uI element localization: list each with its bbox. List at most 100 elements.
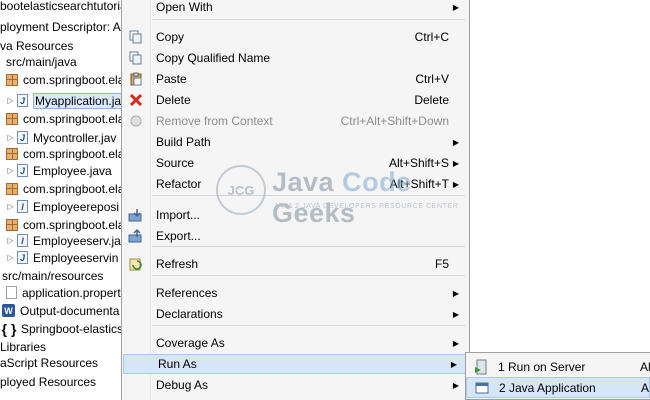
menu-item-shortcut: Alt+Shift+S <box>388 156 449 170</box>
tree-item[interactable]: ployment Descriptor: Ar <box>0 16 122 37</box>
tree-item[interactable]: aScript Resources <box>0 352 98 373</box>
menu-item-run-as[interactable]: Run As ▶ <box>123 354 468 374</box>
tree-item-label: ployment Descriptor: Ar <box>0 19 122 34</box>
tree-item[interactable]: ployed Resources <box>0 371 96 392</box>
refresh-icon <box>128 256 144 272</box>
menu-item-label: Refresh <box>156 257 199 271</box>
menu-item-source[interactable]: Source Alt+Shift+S ▶ <box>122 153 469 173</box>
menu-item-label: Build Path <box>156 135 211 149</box>
package-icon <box>6 218 18 231</box>
tree-item-label: application.propert <box>22 285 121 300</box>
tree-item[interactable]: bootelasticsearchtutoria <box>0 0 122 16</box>
menu-separator <box>152 325 465 326</box>
expand-arrow-icon[interactable]: ▷ <box>6 253 15 262</box>
submenu-arrow-icon: ▶ <box>452 338 459 348</box>
expand-arrow-icon[interactable]: ▷ <box>6 96 15 105</box>
menu-item-shortcut: F5 <box>434 257 449 271</box>
menu-item-refactor[interactable]: Refactor Alt+Shift+T ▶ <box>122 174 469 194</box>
menu-item-import[interactable]: Import... <box>122 205 469 225</box>
package-icon <box>6 182 18 195</box>
tree-item-label: Myapplication.ja <box>33 92 122 109</box>
menu-item-references[interactable]: References ▶ <box>122 283 469 303</box>
menu-item-open-with[interactable]: Open With ▶ <box>122 0 469 17</box>
copy-icon <box>128 29 144 45</box>
submenu-item-1-run-on-server[interactable]: 1 Run on Server Al <box>466 356 650 377</box>
context-menu: Open With ▶ Copy Ctrl+C Copy Qualified Name P… <box>121 0 470 400</box>
delete-icon <box>128 92 144 108</box>
menu-item-label: Refactor <box>156 177 202 191</box>
tree-item-label: Employeeserv.ja <box>33 233 121 248</box>
menu-item-copy[interactable]: Copy Ctrl+C <box>122 27 469 47</box>
menu-item-refresh[interactable]: Refresh F5 <box>122 254 469 274</box>
menu-item-declarations[interactable]: Declarations ▶ <box>122 304 469 324</box>
submenu-arrow-icon: ▶ <box>452 158 459 168</box>
submenu-arrow-icon: ▶ <box>450 359 457 369</box>
menu-item-label: Source <box>156 156 195 170</box>
word-doc-icon: W <box>2 304 15 317</box>
tree-item-label: Employee.java <box>33 163 112 178</box>
menu-item-copy-qualified-name[interactable]: Copy Qualified Name <box>122 48 469 68</box>
java-file-icon: J <box>17 164 28 177</box>
menu-separator <box>152 275 465 276</box>
java-interface-icon: I <box>17 234 28 247</box>
expand-arrow-icon[interactable]: ▷ <box>6 133 15 142</box>
tree-item-label: bootelasticsearchtutoria <box>0 0 122 13</box>
menu-item-shortcut: Ctrl+C <box>414 30 449 44</box>
package-icon <box>6 112 18 125</box>
submenu-arrow-icon: ▶ <box>452 137 459 147</box>
submenu-arrow-icon: ▶ <box>452 179 459 189</box>
menu-item-build-path[interactable]: Build Path ▶ <box>122 132 469 152</box>
java-application-icon <box>474 380 490 396</box>
submenu-item-2-java-application[interactable]: 2 Java Application A <box>466 377 650 398</box>
tree-item-label: com.springboot.ela <box>23 181 122 196</box>
java-interface-icon: I <box>17 200 28 213</box>
menu-item-coverage-as[interactable]: Coverage As ▶ <box>122 333 469 353</box>
import-icon <box>128 207 144 223</box>
menu-item-export[interactable]: Export... <box>122 226 469 246</box>
tree-item-label: Employeereposi <box>33 199 120 214</box>
json-icon: { } <box>1 320 17 337</box>
submenu-item-shortcut: A <box>641 380 650 395</box>
menu-item-label: References <box>156 286 218 300</box>
menu-item-label: Declarations <box>156 307 223 321</box>
menu-separator <box>152 195 465 196</box>
file-icon <box>6 286 17 299</box>
menu-item-paste[interactable]: Paste Ctrl+V <box>122 69 469 89</box>
submenu-arrow-icon: ▶ <box>452 2 459 12</box>
menu-item-shortcut: Ctrl+V <box>415 72 449 86</box>
expand-arrow-icon[interactable]: ▷ <box>6 166 15 175</box>
menu-item-label: Copy <box>156 30 185 44</box>
export-icon <box>128 228 144 244</box>
menu-item-label: Coverage As <box>156 336 225 350</box>
menu-item-label: Remove from Context <box>156 114 273 128</box>
submenu-item-label: 1 Run on Server <box>498 359 586 374</box>
submenu-arrow-icon: ▶ <box>452 288 459 298</box>
tree-item[interactable]: com.springboot.ela <box>6 108 122 129</box>
package-icon <box>6 147 18 160</box>
java-file-icon: J <box>17 94 28 107</box>
menu-item-label: Debug As <box>156 378 209 392</box>
submenu-item-label: 2 Java Application <box>499 380 596 395</box>
paste-icon <box>128 71 144 87</box>
menu-item-delete[interactable]: Delete Delete <box>122 90 469 110</box>
menu-item-debug-as[interactable]: Debug As ▶ <box>122 375 469 395</box>
menu-item-label: Run As <box>158 357 197 371</box>
tree-item-label: Employeeservin <box>33 250 119 265</box>
tree-item[interactable]: com.springboot.ela <box>6 69 122 90</box>
java-file-icon: J <box>17 251 28 264</box>
menu-separator <box>152 246 465 247</box>
copy-qualified-icon <box>128 50 144 66</box>
menu-item-shortcut: Alt+Shift+T <box>389 177 449 191</box>
run-as-submenu: 1 Run on Server Al 2 Java Application A <box>465 352 650 400</box>
tree-item-label: com.springboot.ela <box>23 111 122 126</box>
submenu-arrow-icon: ▶ <box>452 309 459 319</box>
tree-item-label: com.springboot.ela <box>23 146 122 161</box>
menu-item-label: Copy Qualified Name <box>156 51 271 65</box>
expand-arrow-icon[interactable]: ▷ <box>6 236 15 245</box>
menu-item-label: Delete <box>156 93 191 107</box>
tree-item-label: aScript Resources <box>0 355 99 370</box>
remove-context-icon <box>128 113 144 129</box>
menu-item-remove-from-context[interactable]: Remove from Context Ctrl+Alt+Shift+Down <box>122 111 469 131</box>
expand-arrow-icon[interactable]: ▷ <box>6 202 15 211</box>
submenu-arrow-icon: ▶ <box>452 380 459 390</box>
